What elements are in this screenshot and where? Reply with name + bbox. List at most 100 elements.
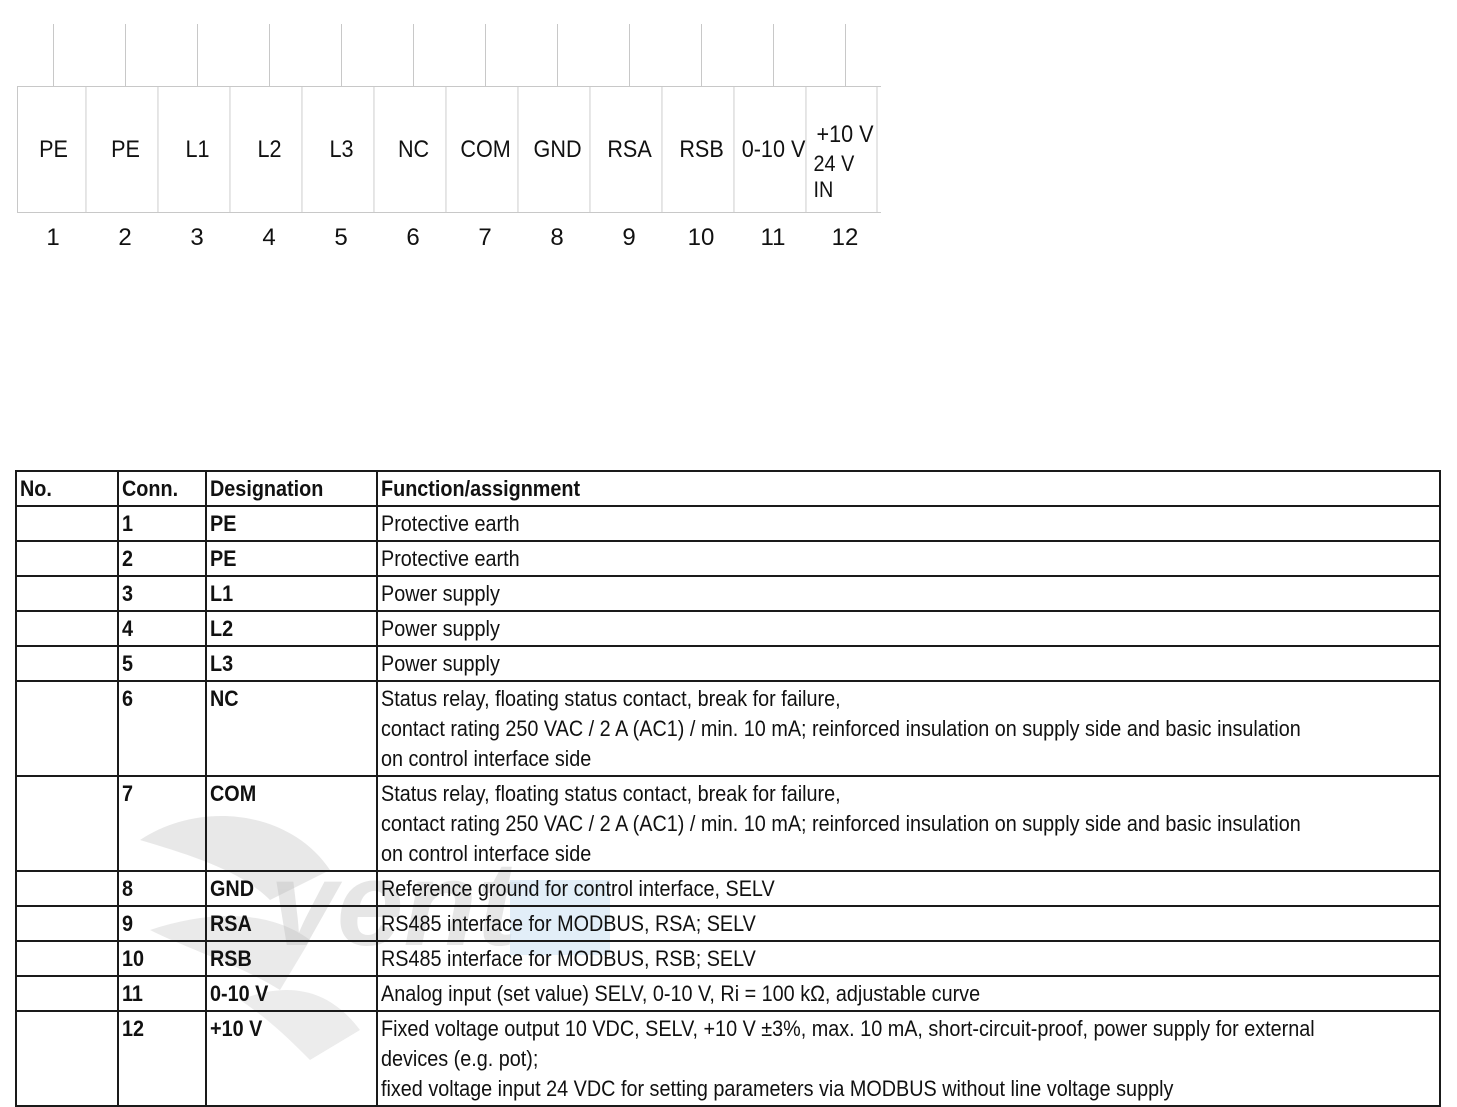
cell-designation-text: +10 V [210, 1016, 263, 1041]
cell-function: RS485 interface for MODBUS, RSA; SELV [376, 905, 1441, 942]
table-row: 3 L1 Power supply [15, 575, 1441, 612]
terminal-label: COM [460, 135, 511, 163]
cell-designation: RSB [205, 940, 378, 977]
cell-no [15, 645, 119, 682]
terminal-wire [701, 24, 702, 86]
cell-conn-text: 10 [122, 946, 145, 971]
cell-conn: 4 [117, 610, 207, 647]
function-line: Analog input (set value) SELV, 0-10 V, R… [381, 981, 981, 1006]
cell-conn: 12 [117, 1010, 207, 1107]
cell-conn-text: 4 [122, 616, 134, 641]
terminal-wire [125, 24, 126, 86]
cell-conn-text: 3 [122, 581, 134, 606]
cell-designation-text: PE [210, 511, 237, 536]
table-row: 5 L3 Power supply [15, 645, 1441, 682]
terminal-wire [53, 24, 54, 86]
table-row: 7 COM Status relay, floating status contac… [15, 775, 1441, 872]
header-function: Function/assignment [376, 470, 1441, 507]
header-designation: Designation [205, 470, 378, 507]
function-line: Status relay, floating status contact, b… [381, 686, 841, 711]
table-body: 1 PE Protective earth 2 PE Protective earth 3 L… [15, 505, 1441, 1107]
terminal-6: NC [382, 87, 447, 212]
terminal-number: 12 [831, 224, 859, 251]
terminal-number: 2 [118, 224, 132, 251]
terminal-label: RSB [679, 135, 724, 163]
terminal-label: PE [111, 135, 140, 163]
cell-no [15, 575, 119, 612]
cell-conn: 7 [117, 775, 207, 872]
cell-conn: 10 [117, 940, 207, 977]
table-row: 2 PE Protective earth [15, 540, 1441, 577]
cell-no [15, 1010, 119, 1107]
cell-designation: L1 [205, 575, 378, 612]
table-row: 8 GND Reference ground for control interfa… [15, 870, 1441, 907]
terminal-12: +10 V 24 V IN [814, 87, 878, 212]
cell-conn: 11 [117, 975, 207, 1012]
table-row: 6 NC Status relay, floating status contact… [15, 680, 1441, 777]
cell-designation-text: COM [210, 781, 257, 806]
cell-designation: PE [205, 540, 378, 577]
cell-function: Power supply [376, 575, 1441, 612]
terminal-5: L3 [310, 87, 375, 212]
terminal-7: COM [454, 87, 519, 212]
cell-designation: PE [205, 505, 378, 542]
cell-designation-text: 0-10 V [210, 981, 269, 1006]
terminal-label: NC [397, 135, 430, 163]
terminal-8: GND [526, 87, 591, 212]
cell-conn: 1 [117, 505, 207, 542]
function-line: devices (e.g. pot); [381, 1046, 539, 1071]
cell-conn-text: 7 [122, 781, 134, 806]
cell-designation: NC [205, 680, 378, 777]
table-row: 12 +10 V Fixed voltage output 10 VDC, SELV… [15, 1010, 1441, 1107]
cell-conn-text: 12 [122, 1016, 145, 1041]
cell-no [15, 940, 119, 977]
terminal-4: L2 [238, 87, 303, 212]
terminal-label: PE [39, 135, 68, 163]
cell-no [15, 505, 119, 542]
terminal-label: 0-10 V [741, 135, 806, 163]
cell-no [15, 975, 119, 1012]
terminal-wire [413, 24, 414, 86]
terminal-number: 11 [760, 224, 786, 251]
cell-function: Analog input (set value) SELV, 0-10 V, R… [376, 975, 1441, 1012]
cell-no [15, 540, 119, 577]
cell-designation: +10 V [205, 1010, 378, 1107]
cell-designation: GND [205, 870, 378, 907]
cell-function: Power supply [376, 610, 1441, 647]
function-line: contact rating 250 VAC / 2 A (AC1) / min… [381, 811, 1301, 836]
terminal-wire [197, 24, 198, 86]
cell-no [15, 870, 119, 907]
terminal-label: GND [533, 135, 582, 163]
cell-function: Power supply [376, 645, 1441, 682]
terminal-number: 5 [334, 224, 348, 251]
cell-designation-text: L1 [210, 581, 234, 606]
cell-designation-text: PE [210, 546, 237, 571]
cell-no [15, 610, 119, 647]
terminal-number: 8 [550, 224, 564, 251]
function-line: fixed voltage input 24 VDC for setting p… [381, 1076, 1174, 1101]
cell-designation: COM [205, 775, 378, 872]
cell-conn-text: 11 [122, 981, 143, 1006]
function-line: contact rating 250 VAC / 2 A (AC1) / min… [381, 716, 1301, 741]
cell-no [15, 905, 119, 942]
terminal-label: RSA [607, 135, 652, 163]
cell-conn: 6 [117, 680, 207, 777]
terminal-wire [557, 24, 558, 86]
table-row: 11 0-10 V Analog input (set value) SELV, 0… [15, 975, 1441, 1012]
cell-function: Reference ground for control interface, … [376, 870, 1441, 907]
cell-conn-text: 8 [122, 876, 134, 901]
terminal-label: +10 V [816, 120, 874, 148]
function-line: on control interface side [381, 841, 592, 866]
function-line: Reference ground for control interface, … [381, 876, 775, 901]
cell-function: Status relay, floating status contact, b… [376, 680, 1441, 777]
cell-designation-text: RSB [210, 946, 252, 971]
cell-designation-text: L3 [210, 651, 234, 676]
terminal-2: PE [94, 87, 159, 212]
function-line: Power supply [381, 581, 500, 606]
connection-table: No. Conn. Designation Function/assignmen… [15, 470, 1441, 1107]
function-line: Power supply [381, 651, 500, 676]
terminal-label: L2 [257, 135, 282, 163]
terminal-number: 6 [406, 224, 420, 251]
cell-conn: 9 [117, 905, 207, 942]
function-line: Protective earth [381, 511, 520, 536]
